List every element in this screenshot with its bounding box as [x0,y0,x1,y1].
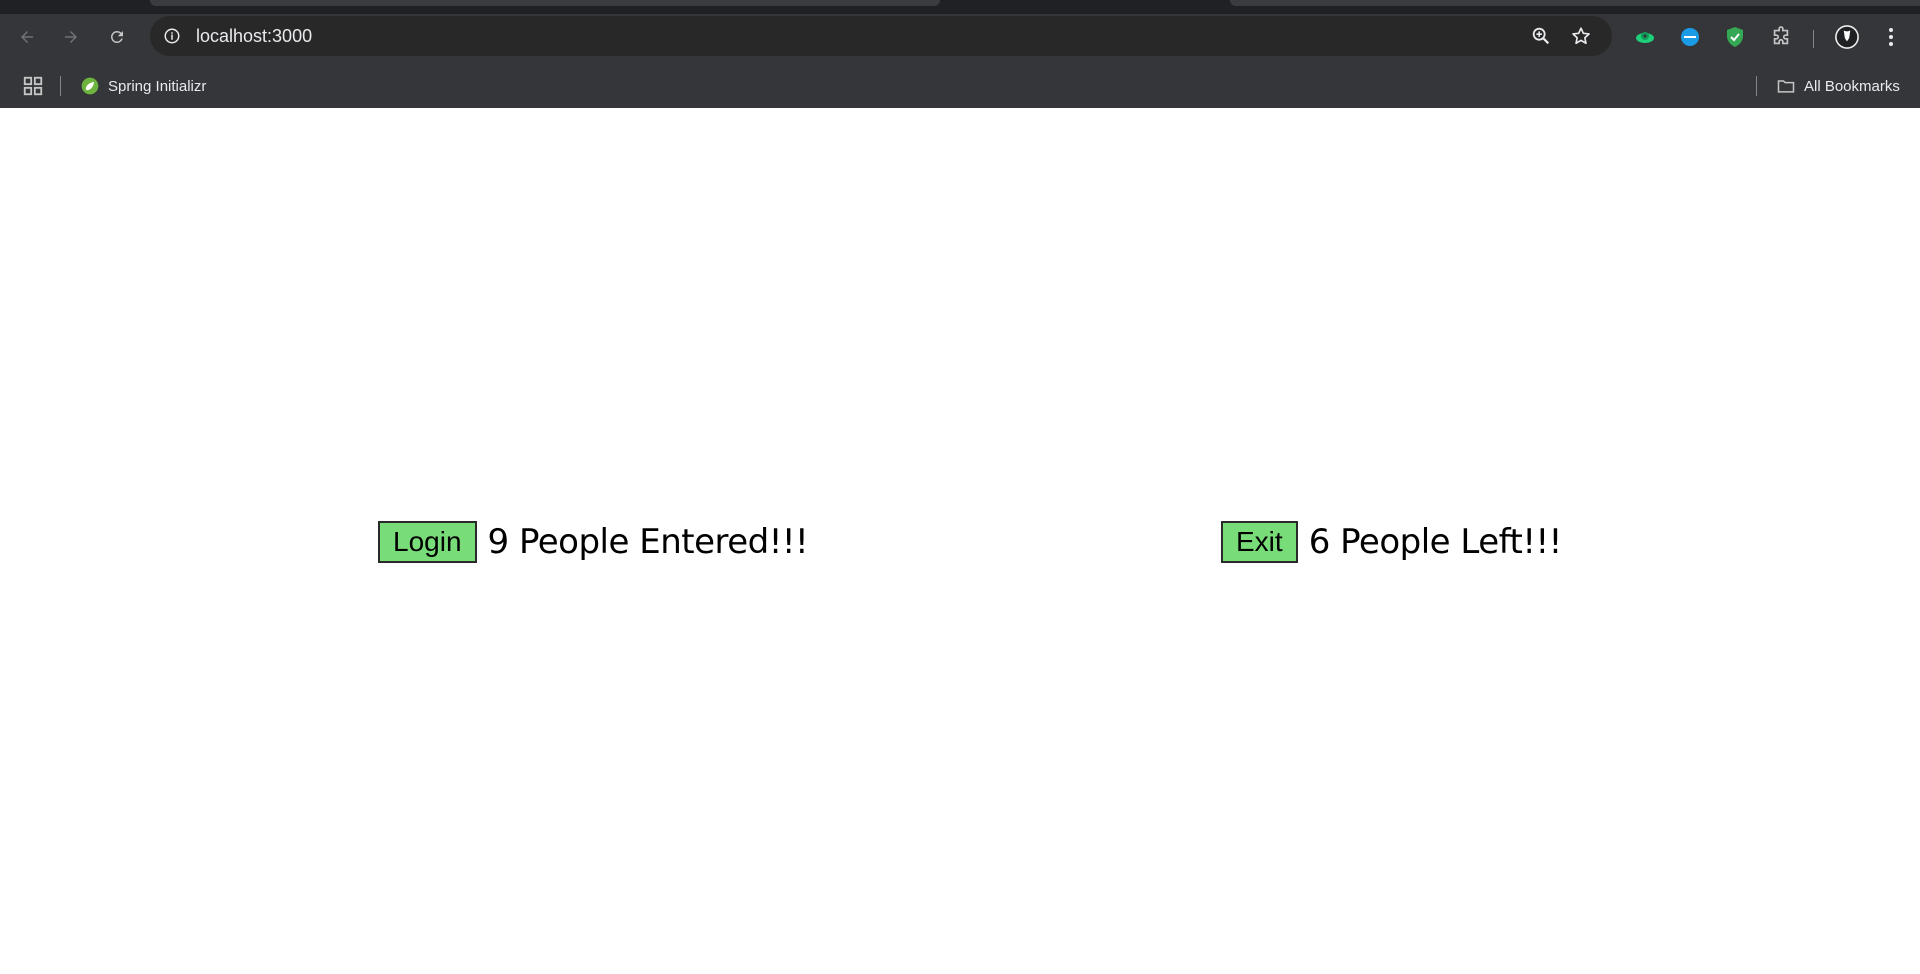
toolbar-divider [1813,30,1814,48]
bookmark-star-icon[interactable] [1570,25,1594,49]
back-arrow-icon [21,31,33,43]
bookmark-label: Spring Initializr [108,77,207,95]
tab-right[interactable] [1230,0,1920,6]
bookmarks-divider [60,76,61,96]
reload-button[interactable] [102,22,132,52]
all-bookmarks-button[interactable]: All Bookmarks [1776,73,1900,99]
apps-grid-icon[interactable] [22,75,44,97]
extension-green-icon[interactable] [1632,24,1658,50]
forward-arrow-icon [65,31,77,43]
zoom-icon[interactable] [1530,25,1554,49]
extensions-puzzle-icon[interactable] [1768,24,1794,50]
entered-count-text: 9 People Entered!!! [487,522,809,562]
left-counter: Exit 6 People Left!!! [1221,521,1562,563]
address-bar[interactable]: localhost:3000 [150,16,1612,56]
toolbar-row: localhost:3000 [0,14,1920,58]
bookmarks-bar: Spring Initializr All Bookmarks [0,64,1920,108]
site-info-icon[interactable] [160,24,184,48]
back-button[interactable] [12,22,42,52]
reload-icon [110,30,123,43]
folder-icon [1777,80,1795,93]
url-text[interactable]: localhost:3000 [196,26,312,47]
bookmark-spring-initializr[interactable]: Spring Initializr [80,73,206,99]
bookmarks-divider-right [1756,76,1757,96]
extension-shield-icon[interactable] [1722,24,1748,50]
login-button[interactable]: Login [378,521,477,563]
forward-button[interactable] [56,22,86,52]
profile-avatar[interactable] [1834,24,1860,50]
left-count-text: 6 People Left!!! [1308,522,1563,562]
tab-strip [0,0,1920,14]
browser-toolbar: localhost:3000 [0,0,1920,72]
entered-counter: Login 9 People Entered!!! [378,521,809,563]
menu-kebab-icon[interactable] [1878,24,1904,50]
exit-button[interactable]: Exit [1221,521,1298,563]
all-bookmarks-label: All Bookmarks [1804,77,1900,95]
spring-leaf-icon [81,77,99,95]
extension-blue-icon[interactable] [1677,24,1703,50]
tab-left[interactable] [150,0,940,6]
page-content: Login 9 People Entered!!! Exit 6 People … [0,108,1920,974]
